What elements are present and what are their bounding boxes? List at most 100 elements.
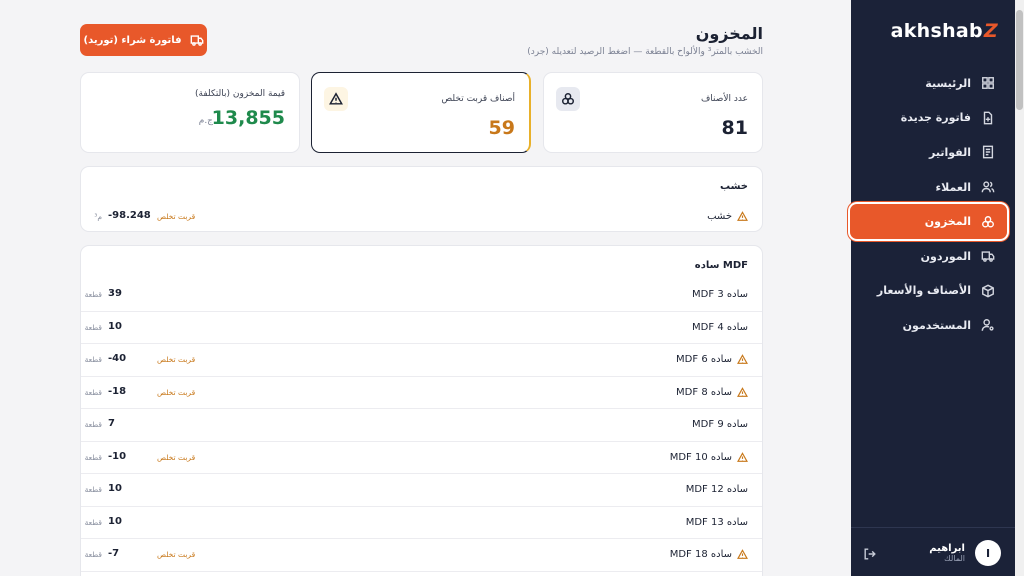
logout-button[interactable] xyxy=(863,546,877,560)
user-profile[interactable]: I ابراهيم المالك xyxy=(929,540,1001,566)
table-row[interactable]: ساده 12 MDF 10 قطعة xyxy=(81,474,762,507)
qty-unit: قطعة xyxy=(84,290,102,299)
item-name: ساده 8 MDF xyxy=(676,387,748,398)
stock-qty-button[interactable]: -40 قطعة xyxy=(85,353,127,364)
qty-value: -40 xyxy=(108,353,127,364)
table-row[interactable]: ساده 3 MDF 39 قطعة xyxy=(81,279,762,312)
layers-icon xyxy=(556,87,580,111)
sidebar-item-label: الفواتير xyxy=(929,145,971,159)
user-divider xyxy=(851,527,1015,528)
file-plus-icon xyxy=(983,111,993,125)
sidebar-item-customers[interactable]: العملاء xyxy=(850,170,1007,205)
stock-qty-button[interactable]: 39 قطعة xyxy=(85,288,122,299)
stock-qty-button[interactable]: -98.248 م³ xyxy=(94,210,151,221)
sidebar-item-suppliers[interactable]: الموردون xyxy=(850,239,1007,274)
warning-icon xyxy=(737,549,748,559)
table-row[interactable]: خشب قربت تخلص -98.248 م³ xyxy=(81,201,762,231)
qty-value: -7 xyxy=(108,548,120,559)
inventory-group-wood: خشب خشب قربت تخلص -98.248 م³ xyxy=(80,166,763,232)
sidebar-item-invoices[interactable]: الفواتير xyxy=(850,135,1007,170)
layers-icon xyxy=(982,215,994,228)
sidebar-item-label: فاتورة جديدة xyxy=(900,111,971,125)
purchase-button-label: فاتورة شراء (توريد) xyxy=(83,34,182,46)
sidebar-item-inventory[interactable]: المخزون xyxy=(850,204,1007,239)
group-title: MDF ساده xyxy=(694,260,748,271)
box-icon xyxy=(982,284,994,298)
truck-icon xyxy=(981,251,995,263)
main-content: المخزون الخشب بالمتر³ والألواح بالقطعة —… xyxy=(80,0,763,576)
warning-icon xyxy=(737,451,748,462)
low-stock-badge: قربت تخلص xyxy=(157,452,196,462)
item-name-text: خشب xyxy=(707,211,732,222)
table-row[interactable]: ساده 10 MDF قربت تخلص -10 قطعة xyxy=(81,442,762,474)
item-name-text: ساده 10 MDF xyxy=(669,451,732,463)
sidebar-item-new-invoice[interactable]: فاتورة جديدة xyxy=(850,101,1007,136)
stat-value: 13,855 xyxy=(211,107,285,129)
item-name-text: ساده 3 MDF xyxy=(692,289,748,300)
item-name-text: ساده 4 MDF xyxy=(692,321,748,333)
table-row[interactable]: ساده 4 MDF 10 قطعة xyxy=(81,312,762,344)
table-row[interactable]: ساده 8 MDF قربت تخلص -18 قطعة xyxy=(81,377,762,409)
item-name-text: ساده 8 MDF xyxy=(676,386,732,398)
stat-card-low-stock[interactable]: أصناف قربت تخلص 59 xyxy=(311,72,531,153)
table-row[interactable]: ساده 18 MDF قربت تخلص -7 قطعة xyxy=(81,539,762,572)
stock-qty-button[interactable]: 10 قطعة xyxy=(85,483,122,494)
table-row[interactable]: ساده 9 MDF 7 قطعة xyxy=(81,409,762,442)
stock-qty-button[interactable]: -10 قطعة xyxy=(85,450,127,462)
stock-qty-button[interactable]: -18 قطعة xyxy=(85,386,126,397)
sidebar-item-users[interactable]: المستخدمون xyxy=(850,308,1007,343)
item-name: ساده 13 MDF xyxy=(686,517,748,528)
group-rows: ساده 3 MDF 39 قطعة ساده 4 MDF 10 قطعة ساده 6 M… xyxy=(81,279,762,572)
table-row[interactable]: ساده 13 MDF 10 قطعة xyxy=(81,507,762,539)
avatar: I xyxy=(975,540,1001,566)
group-rows: خشب قربت تخلص -98.248 م³ xyxy=(81,201,762,231)
logout-icon xyxy=(864,548,876,560)
sidebar-item-home[interactable]: الرئيسية xyxy=(850,66,1007,101)
group-title: خشب xyxy=(720,181,748,192)
page-scrollbar[interactable] xyxy=(1015,0,1024,576)
users-icon xyxy=(981,181,995,193)
qty-value: 10 xyxy=(108,483,122,494)
qty-value: -98.248 xyxy=(108,210,151,221)
qty-value: 10 xyxy=(108,515,122,527)
qty-unit: م³ xyxy=(94,212,102,221)
stock-qty-button[interactable]: -7 قطعة xyxy=(85,548,120,559)
sidebar-item-label: الموردون xyxy=(920,249,971,263)
item-name: ساده 4 MDF xyxy=(692,322,748,333)
stock-qty-button[interactable]: 10 قطعة xyxy=(85,321,122,332)
user-role: المالك xyxy=(944,554,965,563)
item-name-text: ساده 9 MDF xyxy=(692,419,748,430)
scrollbar-thumb[interactable] xyxy=(1016,10,1023,110)
inventory-group-mdf: MDF ساده ساده 3 MDF 39 قطعة ساده 4 MDF 10 قطع… xyxy=(80,245,763,576)
stat-card-item-count: عدد الأصناف 81 xyxy=(543,72,763,153)
qty-unit: قطعة xyxy=(84,485,102,494)
stock-qty-button[interactable]: 10 قطعة xyxy=(85,515,122,527)
low-stock-badge: قربت تخلص xyxy=(157,550,196,559)
item-name: ساده 10 MDF xyxy=(670,452,748,463)
sidebar-item-label: المخزون xyxy=(924,215,971,229)
sidebar: akhshab Z الرئيسية فاتورة جديدة الفواتير … xyxy=(850,0,1024,576)
qty-unit: قطعة xyxy=(84,517,102,527)
item-name: ساده 12 MDF xyxy=(686,484,748,495)
warning-icon xyxy=(737,354,748,364)
item-name: ساده 6 MDF xyxy=(676,354,748,365)
page-title: المخزون xyxy=(695,24,763,43)
table-row[interactable]: ساده 6 MDF قربت تخلص -40 قطعة xyxy=(81,344,762,377)
qty-value: 7 xyxy=(108,418,115,429)
qty-value: -10 xyxy=(108,450,127,462)
receipt-icon xyxy=(982,146,994,159)
page-subtitle: الخشب بالمتر³ والألواح بالقطعة — اضغط ال… xyxy=(527,47,763,57)
item-name-text: ساده 6 MDF xyxy=(676,354,732,365)
stock-qty-button[interactable]: 7 قطعة xyxy=(85,418,115,429)
sidebar-item-items-prices[interactable]: الأصناف والأسعار xyxy=(850,274,1007,309)
stat-label: عدد الأصناف xyxy=(700,94,748,104)
sidebar-item-label: المستخدمون xyxy=(902,318,971,332)
item-name-text: ساده 18 MDF xyxy=(669,549,732,560)
logo[interactable]: akhshab Z xyxy=(891,20,998,42)
qty-value: 39 xyxy=(108,288,122,299)
item-name: ساده 18 MDF xyxy=(670,549,748,560)
purchase-invoice-button[interactable]: فاتورة شراء (توريد) xyxy=(80,24,207,56)
logo-mark: Z xyxy=(983,20,998,42)
stat-value: 81 xyxy=(721,117,748,139)
item-name: ساده 3 MDF xyxy=(692,289,748,300)
